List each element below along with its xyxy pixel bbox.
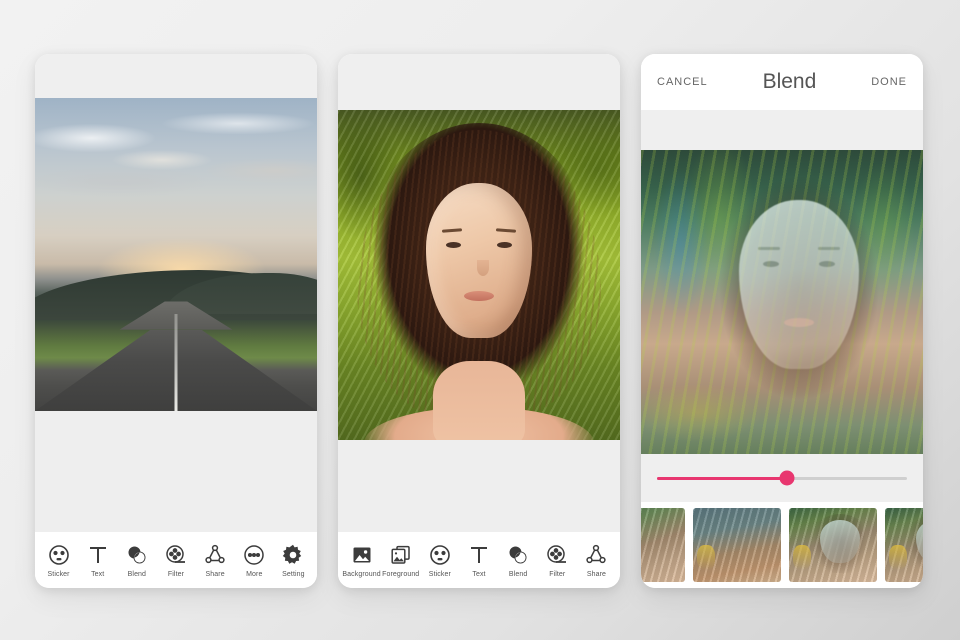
page-title: Blend <box>762 70 817 93</box>
blend-preset-thumbnail[interactable] <box>789 508 877 582</box>
tool-label: Sticker <box>47 571 70 578</box>
tool-label: Share <box>586 571 606 578</box>
tool-sticker[interactable]: Sticker <box>39 543 78 578</box>
text-t-icon <box>467 543 491 567</box>
more-dots-icon <box>242 543 266 567</box>
blend-opacity-slider[interactable] <box>657 470 907 486</box>
eye-right <box>818 260 835 267</box>
navbar-gap <box>641 110 923 150</box>
cancel-button[interactable]: CANCEL <box>657 76 708 88</box>
blend-preset-strip[interactable] <box>641 502 923 588</box>
sticker-face-icon <box>47 543 71 567</box>
portrait-face <box>426 182 532 338</box>
eye-right <box>496 241 512 248</box>
eyebrow-left <box>441 228 462 233</box>
phone-mockup-2: Background Foreground Sticker Text Blend… <box>338 54 620 588</box>
nose <box>476 260 489 277</box>
tool-label: Blend <box>127 571 147 578</box>
lips <box>464 291 494 302</box>
blend-circles-icon <box>125 543 149 567</box>
tool-label: Filter <box>549 571 566 578</box>
eye-left <box>446 241 462 248</box>
text-t-icon <box>86 543 110 567</box>
phone-mockup-3: CANCEL Blend DONE <box>641 54 923 588</box>
blend-preset-thumbnail[interactable] <box>885 508 923 582</box>
settings-gear-icon <box>281 543 305 567</box>
tool-filter[interactable]: Filter <box>538 543 577 578</box>
blend-preset-thumbnail[interactable] <box>693 508 781 582</box>
tool-label: Setting <box>282 571 305 578</box>
tool-label: Filter <box>167 571 185 578</box>
background-photo-icon <box>350 543 374 567</box>
tool-filter[interactable]: Filter <box>156 543 195 578</box>
phone-mockup-1: Sticker Text Blend Filter Share More Set… <box>35 54 317 588</box>
photo-canvas-blend[interactable] <box>641 150 923 463</box>
eye-left <box>762 260 779 267</box>
tool-more[interactable]: More <box>235 543 274 578</box>
eyebrow-right <box>817 247 840 251</box>
tool-sticker[interactable]: Sticker <box>420 543 459 578</box>
photo-canvas-portrait[interactable] <box>338 110 620 440</box>
blend-navbar: CANCEL Blend DONE <box>641 54 923 110</box>
bottom-toolbar-2: Background Foreground Sticker Text Blend… <box>338 535 620 588</box>
tool-background[interactable]: Background <box>342 543 381 578</box>
tool-label: Foreground <box>382 571 420 578</box>
tool-blend[interactable]: Blend <box>499 543 538 578</box>
tool-share[interactable]: Share <box>196 543 235 578</box>
sky-clouds <box>35 98 317 280</box>
blend-preset-thumbnail[interactable] <box>641 508 685 582</box>
bottom-toolbar-1: Sticker Text Blend Filter Share More Set… <box>35 535 317 588</box>
sticker-face-icon <box>428 543 452 567</box>
tool-text[interactable]: Text <box>78 543 117 578</box>
tool-label: Sticker <box>428 571 451 578</box>
tool-share[interactable]: Share <box>577 543 616 578</box>
blend-circles-icon <box>506 543 530 567</box>
canvas-spacer-1 <box>35 411 317 532</box>
share-nodes-icon <box>584 543 608 567</box>
blend-portrait-face <box>738 200 859 370</box>
portrait-neck <box>433 360 525 440</box>
lips <box>783 318 814 328</box>
status-bar-2 <box>338 54 620 110</box>
tool-label: Background <box>342 571 381 578</box>
tool-label: Text <box>91 571 105 578</box>
tool-text[interactable]: Text <box>459 543 498 578</box>
share-nodes-icon <box>203 543 227 567</box>
tool-foreground[interactable]: Foreground <box>381 543 420 578</box>
tool-blend[interactable]: Blend <box>117 543 156 578</box>
slider-container <box>641 454 923 502</box>
tool-label: Share <box>205 571 225 578</box>
canvas-spacer-2 <box>338 440 620 532</box>
slider-fill <box>657 476 787 480</box>
tool-setting[interactable]: Setting <box>274 543 313 578</box>
eyebrow-left <box>758 247 781 251</box>
photo-canvas-road[interactable] <box>35 98 317 411</box>
status-bar-1 <box>35 54 317 98</box>
tool-label: More <box>246 571 263 578</box>
done-button[interactable]: DONE <box>871 76 907 88</box>
tool-label: Text <box>472 571 486 578</box>
filter-film-reel-icon <box>545 543 569 567</box>
foreground-photos-icon <box>389 543 413 567</box>
filter-film-reel-icon <box>164 543 188 567</box>
road-center-line <box>174 313 178 411</box>
eyebrow-right <box>496 228 517 233</box>
tool-label: Blend <box>508 571 528 578</box>
slider-thumb[interactable] <box>779 470 795 486</box>
